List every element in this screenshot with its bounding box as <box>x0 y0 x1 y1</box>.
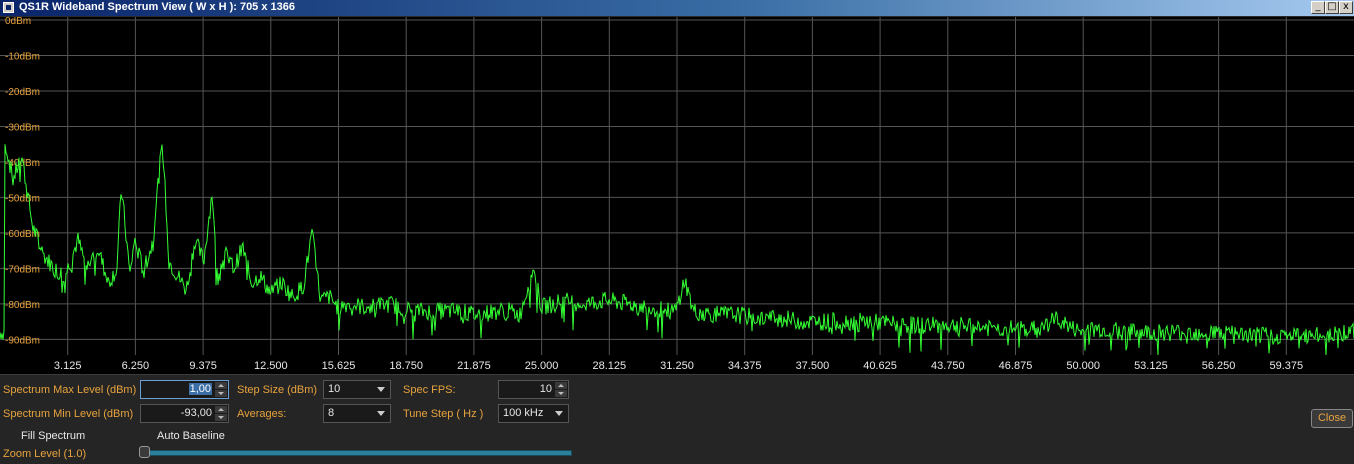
spectrum-max-label: Spectrum Max Level (dBm) <box>3 384 137 396</box>
tune-step-select[interactable]: 100 kHz <box>498 404 569 423</box>
y-tick-label: -10dBm <box>5 51 40 62</box>
y-tick-label: -20dBm <box>5 87 40 98</box>
zoom-slider-handle[interactable] <box>139 446 150 458</box>
spectrum-max-spinbox[interactable]: 1,00 <box>140 380 229 399</box>
window-title: QS1R Wideband Spectrum View ( W x H ): 7… <box>19 1 296 13</box>
close-button[interactable]: Close <box>1311 409 1353 428</box>
x-tick-label: 6.250 <box>122 360 150 372</box>
spectrum-min-value: -93,00 <box>180 407 212 419</box>
zoom-level-label: Zoom Level (1.0) <box>3 448 87 460</box>
frequency-axis-labels: 3.125 6.250 9.375 12.500 15.625 18.750 21.875 2… <box>54 360 1303 372</box>
y-tick-label: -30dBm <box>5 122 40 133</box>
step-size-label: Step Size (dBm) <box>237 384 318 396</box>
x-tick-label: 53.125 <box>1134 360 1168 372</box>
x-tick-label: 28.125 <box>592 360 626 372</box>
minimize-button[interactable]: _ <box>1311 1 1325 14</box>
spectrum-plot[interactable]: 0dBm-10dBm-20dBm-30dBm-40dBm-50dBm-60dBm… <box>0 16 1354 356</box>
spin-down-icon[interactable] <box>555 390 567 397</box>
x-tick-label: 9.375 <box>189 360 217 372</box>
chevron-down-icon <box>377 411 385 416</box>
y-tick-label: 0dBm <box>5 17 31 27</box>
x-tick-label: 37.500 <box>796 360 830 372</box>
frequency-axis: 3.125 6.250 9.375 12.500 15.625 18.750 21.875 2… <box>0 355 1354 374</box>
spectrum-display[interactable]: 0dBm -10dBm -20dBm -30dBm -40dBm -50dBm -60dBm… <box>0 16 1354 356</box>
app-icon[interactable] <box>3 2 14 13</box>
y-tick-label: -90dBm <box>5 335 40 346</box>
y-tick-label: -80dBm <box>5 300 40 311</box>
spectrum-min-label: Spectrum Min Level (dBm) <box>3 408 134 420</box>
tune-step-value: 100 kHz <box>503 407 544 419</box>
auto-baseline-checkbox[interactable]: Auto Baseline <box>157 430 225 442</box>
step-size-value: 10 <box>328 383 341 395</box>
step-size-select[interactable]: 10 <box>323 380 391 399</box>
zoom-slider[interactable] <box>140 450 572 456</box>
y-tick-label: -50dBm <box>5 193 40 204</box>
spec-fps-spinbox[interactable]: 10 <box>498 380 569 399</box>
x-tick-label: 50.000 <box>1066 360 1100 372</box>
spin-up-icon[interactable] <box>215 382 227 389</box>
averages-select[interactable]: 8 <box>323 404 391 423</box>
x-tick-label: 56.250 <box>1202 360 1236 372</box>
x-tick-label: 43.750 <box>931 360 965 372</box>
chevron-down-icon <box>377 387 385 392</box>
averages-label: Averages: <box>237 408 287 420</box>
x-tick-label: 25.000 <box>525 360 559 372</box>
chevron-down-icon <box>555 411 563 416</box>
x-tick-label: 12.500 <box>254 360 288 372</box>
spin-down-icon[interactable] <box>215 414 227 421</box>
x-tick-label: 15.625 <box>322 360 356 372</box>
spec-fps-value: 10 <box>539 383 552 395</box>
x-tick-label: 31.250 <box>660 360 694 372</box>
maximize-button[interactable]: □ <box>1325 1 1339 14</box>
x-tick-label: 46.875 <box>999 360 1033 372</box>
fill-spectrum-checkbox[interactable]: Fill Spectrum <box>21 430 85 442</box>
spin-up-icon[interactable] <box>215 406 227 413</box>
spin-up-icon[interactable] <box>555 382 567 389</box>
x-tick-label: 18.750 <box>389 360 423 372</box>
spectrum-max-value: 1,00 <box>188 383 212 395</box>
x-tick-label: 40.625 <box>863 360 897 372</box>
averages-value: 8 <box>328 407 335 419</box>
x-tick-label: 21.875 <box>457 360 491 372</box>
spectrum-min-spinbox[interactable]: -93,00 <box>140 404 229 423</box>
close-window-button[interactable]: x <box>1339 1 1353 14</box>
tune-step-label: Tune Step ( Hz ) <box>403 408 484 420</box>
title-bar: QS1R Wideband Spectrum View ( W x H ): 7… <box>0 0 1354 16</box>
x-tick-label: 59.375 <box>1269 360 1303 372</box>
spec-fps-label: Spec FPS: <box>403 384 456 396</box>
x-tick-label: 34.375 <box>728 360 762 372</box>
x-tick-label: 3.125 <box>54 360 82 372</box>
spin-down-icon[interactable] <box>215 390 227 397</box>
y-tick-label: -70dBm <box>5 264 40 275</box>
